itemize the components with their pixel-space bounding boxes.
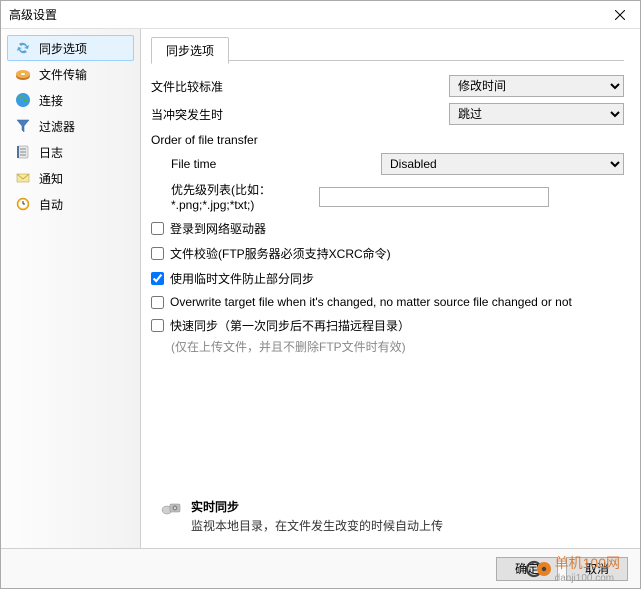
- clock-icon: [15, 196, 31, 212]
- overwrite-checkbox[interactable]: [151, 296, 164, 309]
- realtime-title: 实时同步: [191, 500, 239, 514]
- sidebar-item-notify[interactable]: 通知: [7, 165, 134, 191]
- overwrite-label[interactable]: Overwrite target file when it's changed,…: [170, 295, 572, 309]
- fastsync-label[interactable]: 快速同步（第一次同步后不再扫描远程目录）: [170, 317, 410, 334]
- funnel-icon: [15, 118, 31, 134]
- tab-bar: 同步选项: [151, 37, 624, 61]
- ok-button[interactable]: 确定: [496, 557, 558, 581]
- sidebar-item-label: 通知: [39, 170, 63, 187]
- compare-label: 文件比较标准: [151, 78, 441, 95]
- envelope-icon: [15, 170, 31, 186]
- sidebar: 同步选项 文件传输 连接 过滤器 日志 通知 自动: [1, 29, 141, 548]
- realtime-desc: 监视本地目录，在文件发生改变的时候自动上传: [191, 517, 443, 534]
- realtime-section: 实时同步 监视本地目录，在文件发生改变的时候自动上传: [161, 498, 443, 534]
- footer: 确定 取消: [1, 548, 640, 588]
- notebook-icon: [15, 144, 31, 160]
- tempfile-label[interactable]: 使用临时文件防止部分同步: [170, 270, 314, 287]
- conflict-select[interactable]: 跳过: [449, 103, 624, 125]
- verify-checkbox[interactable]: [151, 247, 164, 260]
- verify-label[interactable]: 文件校验(FTP服务器必须支持XCRC命令): [170, 245, 391, 262]
- content-panel: 同步选项 文件比较标准 修改时间 当冲突发生时 跳过 Order of file…: [141, 29, 640, 548]
- conflict-label: 当冲突发生时: [151, 106, 441, 123]
- order-title: Order of file transfer: [151, 133, 624, 147]
- sidebar-item-label: 文件传输: [39, 66, 87, 83]
- filetime-label: File time: [171, 157, 373, 171]
- filetime-select[interactable]: Disabled: [381, 153, 624, 175]
- sidebar-item-file-transfer[interactable]: 文件传输: [7, 61, 134, 87]
- sidebar-item-label: 同步选项: [39, 40, 87, 57]
- sync-icon: [15, 40, 31, 56]
- priority-label: 优先级列表(比如：*.png;*.jpg;*txt;): [171, 181, 311, 212]
- fastsync-subtext: (仅在上传文件，并且不删除FTP文件时有效): [171, 338, 624, 355]
- globe-icon: [15, 92, 31, 108]
- close-button[interactable]: [600, 1, 640, 29]
- sidebar-item-connection[interactable]: 连接: [7, 87, 134, 113]
- drive-icon: [15, 66, 31, 82]
- sidebar-item-sync-options[interactable]: 同步选项: [7, 35, 134, 61]
- netdrive-checkbox[interactable]: [151, 222, 164, 235]
- close-icon: [615, 10, 625, 20]
- sidebar-item-label: 过滤器: [39, 118, 75, 135]
- compare-select[interactable]: 修改时间: [449, 75, 624, 97]
- sidebar-item-log[interactable]: 日志: [7, 139, 134, 165]
- fastsync-checkbox[interactable]: [151, 319, 164, 332]
- cancel-button[interactable]: 取消: [566, 557, 628, 581]
- tempfile-checkbox[interactable]: [151, 272, 164, 285]
- sidebar-item-label: 连接: [39, 92, 63, 109]
- titlebar: 高级设置: [1, 1, 640, 29]
- priority-input[interactable]: [319, 187, 549, 207]
- sidebar-item-label: 日志: [39, 144, 63, 161]
- sidebar-item-label: 自动: [39, 196, 63, 213]
- camera-icon: [161, 498, 183, 516]
- netdrive-label[interactable]: 登录到网络驱动器: [170, 220, 266, 237]
- sidebar-item-auto[interactable]: 自动: [7, 191, 134, 217]
- tab-sync-options[interactable]: 同步选项: [151, 37, 229, 64]
- sidebar-item-filter[interactable]: 过滤器: [7, 113, 134, 139]
- window-title: 高级设置: [9, 6, 600, 23]
